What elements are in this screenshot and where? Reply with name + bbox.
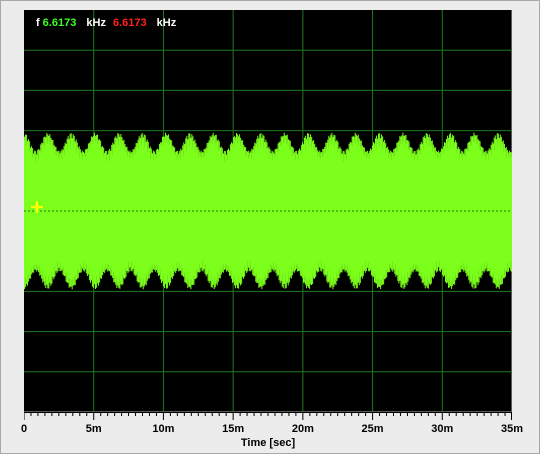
x-tick-label: 35m bbox=[500, 423, 524, 435]
plot-area[interactable]: f 6.6173 kHz 6.6173 kHz bbox=[24, 10, 512, 412]
x-tick-label: 30m bbox=[431, 423, 454, 435]
readout-value-red: 6.6173 bbox=[112, 17, 147, 29]
x-tick-label: 0 bbox=[20, 423, 28, 435]
readout-unit-1: kHz bbox=[86, 17, 106, 29]
x-axis-title: Time [sec] bbox=[240, 437, 296, 449]
x-axis: 0 5m 10m 15m 20m 25m 30m 35m bbox=[20, 412, 523, 435]
x-tick-label: 10m bbox=[152, 423, 175, 435]
x-tick-label: 20m bbox=[291, 423, 314, 435]
readout-value-green: 6.6173 bbox=[42, 17, 77, 29]
x-tick-label: 15m bbox=[222, 423, 245, 435]
frequency-readout: f 6.6173 kHz 6.6173 kHz bbox=[36, 17, 183, 29]
waveform-graph bbox=[24, 10, 512, 412]
readout-unit-2: kHz bbox=[156, 17, 177, 29]
readout-label: f bbox=[36, 17, 40, 29]
x-tick-label: 25m bbox=[361, 423, 384, 435]
x-tick-label: 5m bbox=[85, 423, 102, 435]
